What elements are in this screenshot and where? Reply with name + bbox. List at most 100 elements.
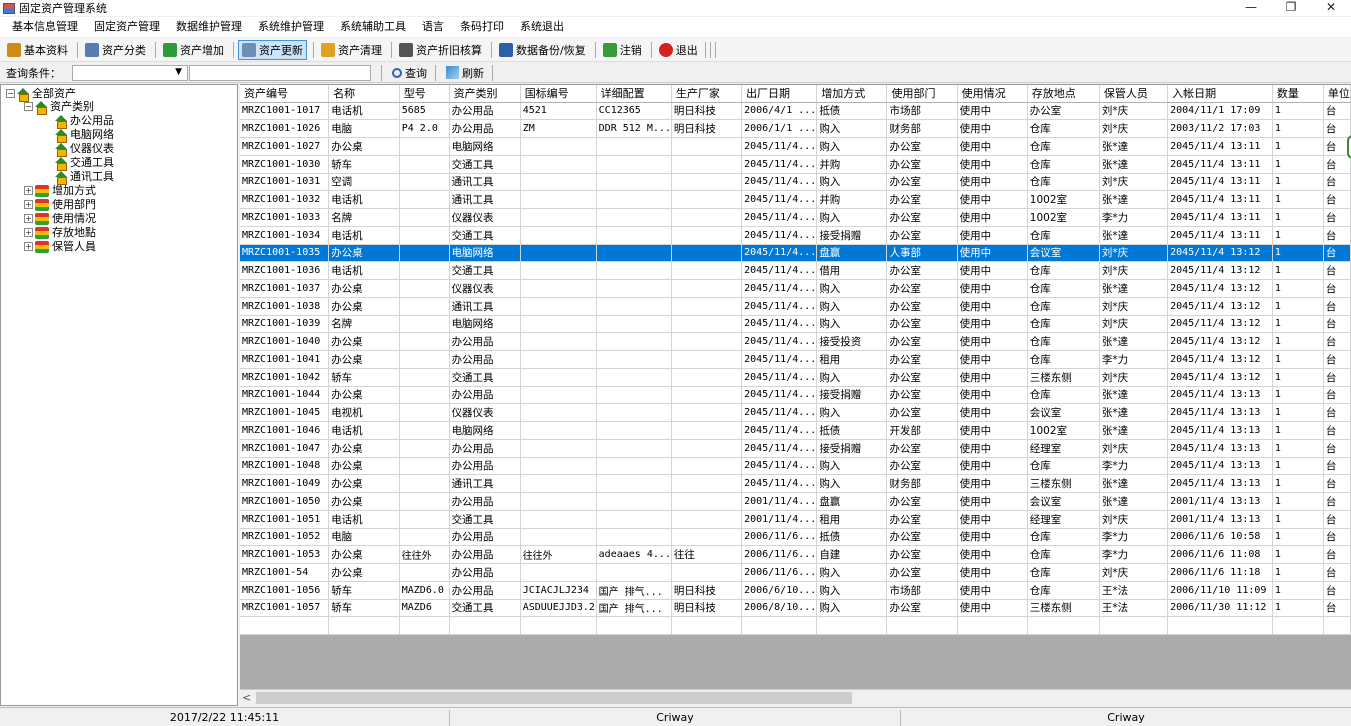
tree-node-location[interactable]: + 存放地點	[24, 226, 96, 239]
table-row[interactable]: MRZC1001-1031 空调 通讯工具 2045/11/4... 购入 办公室 使用中仓…	[240, 173, 1351, 192]
toolbar-button-2[interactable]: 资产分类	[82, 40, 149, 60]
column-header[interactable]: 入帐日期	[1167, 85, 1273, 103]
column-header[interactable]: 名称	[328, 85, 400, 103]
table-row[interactable]: MRZC1001-1038 办公桌 通讯工具 2045/11/4... 购入 办公室 使用中…	[240, 297, 1351, 316]
horizontal-scrollbar[interactable]: <	[240, 689, 1351, 706]
close-button[interactable]: ✕	[1311, 0, 1351, 16]
scrollbar-thumb[interactable]	[256, 692, 852, 704]
column-header[interactable]: 出厂日期	[741, 85, 818, 103]
table-row[interactable]: MRZC1001-1040 办公桌 办公用品 2045/11/4... 接受投资 办公室使…	[240, 332, 1351, 351]
table-row[interactable]: MRZC1001-1036 电话机 交通工具 2045/11/4... 借用 办公室 使用中…	[240, 261, 1351, 280]
menu-basic-info[interactable]: 基本信息管理	[4, 17, 86, 37]
table-row[interactable]: MRZC1001-1057 轿车 MAZD6 交通工具 ASDUUEJJD3.2 国产 排…	[240, 599, 1351, 618]
table-row[interactable]: MRZC1001-1052 电脑 办公用品 2006/11/6... 抵债 办公室 使用中仓…	[240, 528, 1351, 547]
expand-icon[interactable]: +	[24, 214, 33, 223]
table-row[interactable]: MRZC1001-1045 电视机 仪器仪表 2045/11/4... 购入 办公室 使用中…	[240, 403, 1351, 422]
query-condition-select[interactable]: ▼	[72, 64, 188, 81]
expand-icon[interactable]: +	[24, 242, 33, 251]
menu-system-maintenance[interactable]: 系统维护管理	[250, 17, 332, 37]
table-row[interactable]: MRZC1001-1030 轿车 交通工具 2045/11/4... 并购 办公室 使用中仓…	[240, 155, 1351, 174]
tree-node-usage[interactable]: + 使用情况	[24, 212, 96, 225]
column-header[interactable]: 资产类别	[449, 85, 521, 103]
tree-node-root[interactable]: − 全部资产	[6, 87, 76, 102]
table-row[interactable]: MRZC1001-1056 轿车 MAZD6.0 办公用品 JCIACJLJ234 国产 …	[240, 581, 1351, 600]
table-row[interactable]: MRZC1001-1039 名牌 电脑网络 2045/11/4... 购入 办公室 使用中仓…	[240, 315, 1351, 334]
table-row[interactable]: MRZC1001-1034 电话机 交通工具 2045/11/4... 接受捐赠 办公室使…	[240, 226, 1351, 245]
table-row[interactable]: MRZC1001-1049 办公桌 通讯工具 2045/11/4... 购入 财务部 使用中…	[240, 474, 1351, 493]
table-cell: 1	[1272, 350, 1324, 369]
expand-icon[interactable]: +	[24, 200, 33, 209]
column-header[interactable]: 保管人员	[1099, 85, 1169, 103]
column-header[interactable]: 资产编号	[240, 85, 330, 103]
tree-node-add-method[interactable]: + 增加方式	[24, 184, 96, 197]
menu-data-maintenance[interactable]: 数据维护管理	[168, 17, 250, 37]
column-header[interactable]: 增加方式	[816, 85, 888, 103]
table-cell: 台	[1323, 581, 1351, 600]
menu-barcode-print[interactable]: 条码打印	[452, 17, 512, 37]
column-header[interactable]: 单位	[1323, 85, 1351, 103]
table-row[interactable]: MRZC1001-1032 电话机 通讯工具 2045/11/4... 并购 办公室 使用中…	[240, 190, 1351, 209]
table-cell: 办公室	[886, 386, 958, 405]
expand-icon[interactable]: +	[24, 228, 33, 237]
table-row[interactable]: MRZC1001-1037 办公桌 仪器仪表 2045/11/4... 购入 办公室 使用中…	[240, 279, 1351, 298]
table-row[interactable]: MRZC1001-1047 办公桌 办公用品 2045/11/4... 接受捐赠 办公室使…	[240, 439, 1351, 458]
column-header[interactable]: 生产厂家	[671, 85, 743, 103]
toolbar-button-9[interactable]: 退出	[656, 40, 701, 60]
tree-node-department[interactable]: + 使用部門	[24, 198, 96, 211]
column-header[interactable]: 数量	[1272, 85, 1324, 103]
menu-fixed-assets[interactable]: 固定资产管理	[86, 17, 168, 37]
tree-node-custodian[interactable]: + 保管人員	[24, 240, 96, 253]
collapse-icon[interactable]: −	[24, 102, 33, 111]
expand-icon[interactable]: +	[24, 186, 33, 195]
column-header[interactable]: 使用部门	[886, 85, 958, 103]
table-row[interactable]: MRZC1001-1048 办公桌 办公用品 2045/11/4... 购入 办公室 使用中…	[240, 457, 1351, 476]
tree-item-vehicles[interactable]: 交通工具	[55, 156, 114, 171]
table-row[interactable]: MRZC1001-1027 办公桌 电脑网络 2045/11/4... 购入 办公室 使用中…	[240, 137, 1351, 156]
table-row[interactable]: MRZC1001-1044 办公桌 办公用品 2045/11/4... 接受捐赠 办公室使…	[240, 386, 1351, 405]
table-cell	[1027, 616, 1100, 635]
collapse-icon[interactable]: −	[6, 89, 15, 98]
minimize-button[interactable]: —	[1231, 0, 1271, 16]
menu-system-tools[interactable]: 系统辅助工具	[332, 17, 414, 37]
refresh-button[interactable]: 刷新	[442, 64, 488, 82]
column-header[interactable]: 型号	[399, 85, 450, 103]
toolbar-button-4[interactable]: 资产更新	[238, 39, 307, 60]
table-row[interactable]: MRZC1001-1035 办公桌 电脑网络 2045/11/4... 盘赢 人事部 使用中…	[240, 244, 1351, 263]
column-header[interactable]: 使用情况	[957, 85, 1028, 103]
table-row[interactable]: MRZC1001-1026 电脑 P4 2.0 办公用品 ZM DDR 512 M... 明…	[240, 119, 1351, 138]
table-row[interactable]: MRZC1001-1046 电话机 电脑网络 2045/11/4... 抵债 开发部 使用中…	[240, 421, 1351, 440]
tree-item-computer-network[interactable]: 电脑网络	[55, 128, 114, 143]
table-row[interactable]: MRZC1001-1050 办公桌 办公用品 2001/11/4... 盘赢 办公室 使用中…	[240, 492, 1351, 511]
table-row[interactable]: MRZC1001-1033 名牌 仪器仪表 2045/11/4... 购入 办公室 使用中 1…	[240, 208, 1351, 227]
tree-node-category[interactable]: − 资产类别	[24, 100, 94, 115]
table-row[interactable]: MRZC1001-1053 办公桌 往往外 办公用品 往往外 adeaaes 4... 往往…	[240, 545, 1351, 564]
toolbar-button-3[interactable]: 资产增加	[160, 40, 227, 60]
query-input[interactable]	[189, 64, 371, 81]
maximize-button[interactable]: ❐	[1271, 0, 1311, 16]
toolbar-button-6[interactable]: 资产折旧核算	[396, 40, 485, 60]
column-header[interactable]: 详细配置	[596, 85, 672, 103]
table-row[interactable]: MRZC1001-1041 办公桌 办公用品 2045/11/4... 租用 办公室 使用中…	[240, 350, 1351, 369]
column-header[interactable]: 存放地点	[1027, 85, 1100, 103]
menu-language[interactable]: 语言	[414, 17, 452, 37]
table-row[interactable]: MRZC1001-1042 轿车 交通工具 2045/11/4... 购入 办公室 使用中三…	[240, 368, 1351, 387]
table-cell: 轿车	[328, 599, 400, 618]
tree-item-instruments[interactable]: 仪器仪表	[55, 142, 114, 157]
menu-exit-system[interactable]: 系统退出	[512, 17, 572, 37]
table-row[interactable]: MRZC1001-1051 电话机 交通工具 2001/11/4... 租用 办公室 使用中…	[240, 510, 1351, 529]
search-button[interactable]: 查询	[388, 64, 431, 82]
table-row[interactable]: MRZC1001-54 办公桌 办公用品 2006/11/6... 购入 办公室 使用中 仓库…	[240, 563, 1351, 582]
tree-item-communication[interactable]: 通讯工具	[55, 170, 114, 185]
toolbar-button-7[interactable]: 数据备份/恢复	[496, 40, 589, 60]
table-cell	[1272, 616, 1324, 635]
side-float-widget[interactable]	[1347, 135, 1351, 159]
column-header[interactable]: 国标编号	[520, 85, 597, 103]
tree-item-office-supplies[interactable]: 办公用品	[55, 114, 114, 129]
toolbar-button-5[interactable]: 资产清理	[318, 40, 385, 60]
table-cell: 办公室	[886, 492, 958, 511]
table-row[interactable]: MRZC1001-1017 电话机 5685 办公用品 4521 CC12365 明日科技 2…	[240, 102, 1351, 121]
toolbar-button-1[interactable]: 基本资料	[4, 40, 71, 60]
table-cell	[596, 279, 672, 298]
scroll-left-icon[interactable]: <	[242, 691, 251, 704]
toolbar-button-8[interactable]: 注销	[600, 40, 645, 60]
